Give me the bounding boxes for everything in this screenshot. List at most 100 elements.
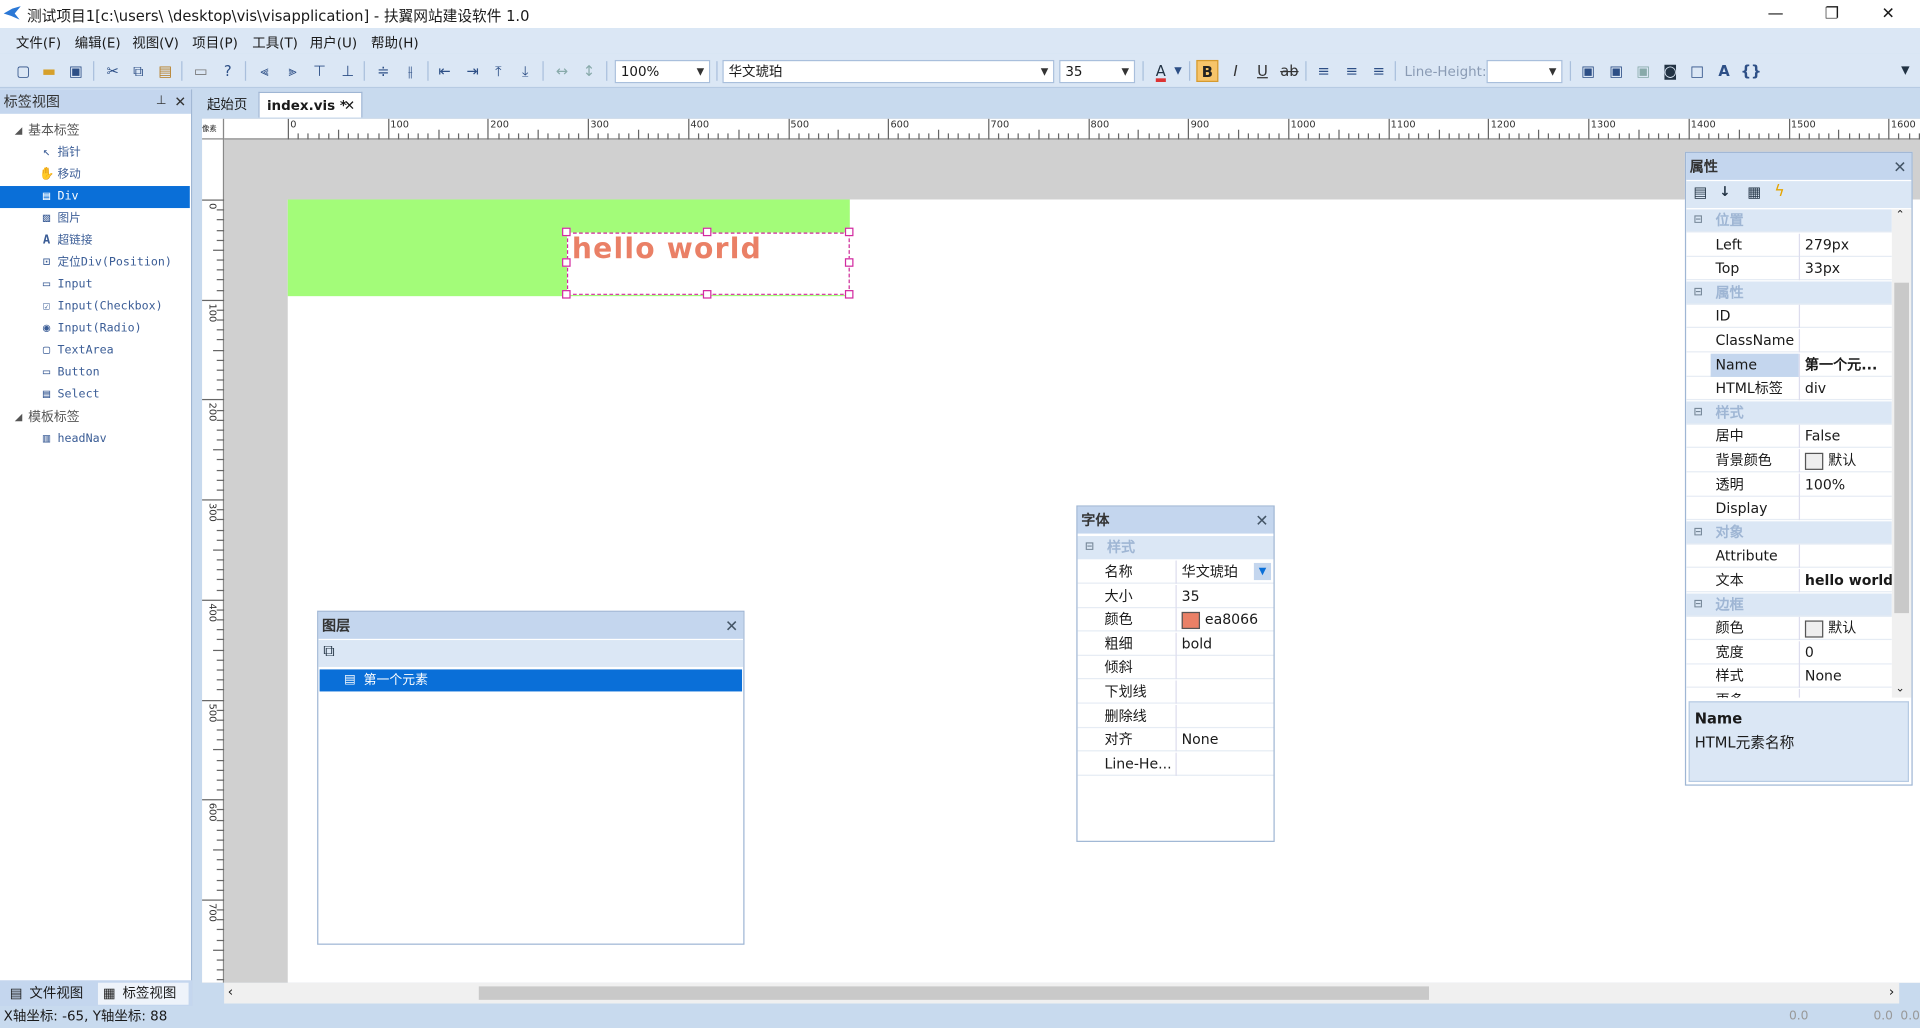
zoom-select[interactable]: 100% ▼ bbox=[614, 59, 711, 84]
tag-textarea[interactable]: ▢ TextArea bbox=[0, 340, 190, 362]
tag-image[interactable]: ▨ 图片 bbox=[0, 208, 190, 230]
center-vertical-icon[interactable]: ≑ bbox=[372, 60, 394, 82]
close-icon[interactable]: ✕ bbox=[1255, 509, 1268, 536]
underline-button[interactable]: U bbox=[1251, 60, 1273, 82]
pin-icon[interactable]: ⊥ bbox=[156, 89, 167, 113]
save-icon[interactable]: ▣ bbox=[65, 60, 87, 82]
resize-handle[interactable] bbox=[702, 227, 712, 237]
property-row[interactable]: ID bbox=[1686, 305, 1892, 329]
property-row[interactable]: 宽度 0 bbox=[1686, 641, 1892, 665]
tag-div[interactable]: ▤ Div bbox=[0, 186, 190, 209]
center-horizontal-icon[interactable]: ⫲ bbox=[399, 60, 421, 82]
tag-checkbox[interactable]: ☑ Input(Checkbox) bbox=[0, 296, 190, 318]
resize-handle[interactable] bbox=[844, 227, 854, 237]
tag-input[interactable]: ▭ Input bbox=[0, 274, 190, 296]
close-icon[interactable]: ✕ bbox=[1893, 155, 1906, 182]
menu-help[interactable]: 帮助(H) bbox=[371, 33, 419, 53]
outer-box-icon[interactable]: ▣ bbox=[1577, 60, 1599, 82]
group-template-tags[interactable]: ◢ 模板标签 bbox=[0, 406, 190, 428]
tab-tag-view[interactable]: ▦ 标签视图 bbox=[97, 982, 189, 1005]
print-icon[interactable]: ▭ bbox=[190, 60, 212, 82]
color-swatch[interactable] bbox=[1804, 452, 1824, 470]
tag-move[interactable]: ✋ 移动 bbox=[0, 164, 190, 186]
font-prop-row[interactable]: 下划线 bbox=[1077, 680, 1274, 704]
collapse-icon[interactable]: ⊟ bbox=[1693, 401, 1702, 424]
font-color-icon[interactable]: A bbox=[1150, 60, 1172, 82]
move-right-icon[interactable]: ⇥ bbox=[462, 60, 484, 82]
resize-handle[interactable] bbox=[562, 258, 571, 267]
bold-button[interactable]: B bbox=[1196, 59, 1219, 82]
copy-icon[interactable]: ⧉ bbox=[127, 60, 149, 82]
resize-handle[interactable] bbox=[844, 258, 854, 267]
property-category[interactable]: ⊟ 属性 bbox=[1686, 281, 1892, 305]
font-prop-row[interactable]: 名称 华文琥珀 ▼ bbox=[1077, 560, 1274, 584]
property-row[interactable]: Attribute bbox=[1686, 545, 1892, 569]
property-row[interactable]: ClassName bbox=[1686, 329, 1892, 353]
tag-pointer[interactable]: ↖ 指针 bbox=[0, 142, 190, 164]
scroll-down-icon[interactable]: ⌄ bbox=[1896, 683, 1905, 695]
property-value[interactable]: 100% bbox=[1798, 473, 1892, 497]
scroll-thumb[interactable] bbox=[1894, 282, 1909, 614]
font-category[interactable]: ⊟ 样式 bbox=[1077, 536, 1274, 560]
tab-start-page[interactable]: 起始页 bbox=[200, 92, 255, 118]
sort-az-icon[interactable]: ↓ bbox=[1719, 184, 1730, 200]
help-icon[interactable]: ? bbox=[217, 60, 239, 82]
font-size-select[interactable]: 35 ▼ bbox=[1059, 59, 1136, 84]
align-right-icon[interactable]: ⫸ bbox=[282, 60, 304, 82]
horizontal-scrollbar[interactable]: ‹ › bbox=[224, 982, 1900, 1004]
scroll-up-icon[interactable]: ⌃ bbox=[1896, 209, 1905, 221]
events-icon[interactable]: ϟ bbox=[1774, 182, 1785, 200]
font-prop-value[interactable]: ea8066 bbox=[1175, 608, 1274, 632]
property-row[interactable]: Display bbox=[1686, 497, 1892, 521]
close-window-button[interactable]: ✕ bbox=[1870, 2, 1907, 25]
font-prop-value[interactable] bbox=[1175, 752, 1274, 776]
font-prop-value[interactable]: None bbox=[1175, 728, 1274, 752]
collapse-icon[interactable]: ⊟ bbox=[1693, 593, 1702, 616]
property-row[interactable]: 更多 bbox=[1686, 688, 1892, 698]
font-prop-row[interactable]: 倾斜 bbox=[1077, 656, 1274, 680]
font-prop-row[interactable]: 粗细 bold bbox=[1077, 632, 1274, 656]
code-icon[interactable]: {} bbox=[1740, 60, 1762, 82]
paste-icon[interactable]: ▤ bbox=[154, 60, 176, 82]
tag-button[interactable]: ▭ Button bbox=[0, 362, 190, 384]
font-prop-value[interactable] bbox=[1175, 680, 1274, 704]
tag-radio[interactable]: ◉ Input(Radio) bbox=[0, 318, 190, 340]
font-name-dropdown-icon[interactable]: ▼ bbox=[1253, 562, 1272, 581]
same-height-icon[interactable]: ↕ bbox=[578, 60, 600, 82]
resize-handle[interactable] bbox=[844, 290, 854, 299]
property-value[interactable]: None bbox=[1798, 665, 1892, 689]
menu-file[interactable]: 文件(F) bbox=[16, 33, 61, 53]
color-swatch[interactable] bbox=[1181, 611, 1201, 629]
property-scrollbar[interactable]: ⌃ ⌄ bbox=[1891, 209, 1912, 698]
same-width-icon[interactable]: ↔ bbox=[551, 60, 573, 82]
property-value[interactable]: 33px bbox=[1798, 257, 1892, 281]
move-down-icon[interactable]: ⤓ bbox=[514, 60, 536, 82]
align-left-icon[interactable]: ⫷ bbox=[253, 60, 275, 82]
property-value[interactable] bbox=[1798, 497, 1892, 521]
tab-index-vis[interactable]: index.vis * ✕ bbox=[258, 91, 363, 118]
scroll-right-icon[interactable]: › bbox=[1889, 984, 1894, 1000]
categorized-icon[interactable]: ▤ bbox=[1693, 184, 1707, 201]
resize-handle[interactable] bbox=[562, 290, 571, 299]
property-category[interactable]: ⊟ 位置 bbox=[1686, 209, 1892, 233]
property-category[interactable]: ⊟ 样式 bbox=[1686, 401, 1892, 425]
font-prop-row[interactable]: 删除线 bbox=[1077, 704, 1274, 728]
property-value[interactable]: hello world bbox=[1798, 569, 1892, 593]
property-value[interactable] bbox=[1798, 545, 1892, 569]
property-row[interactable]: 样式 None bbox=[1686, 665, 1892, 689]
inner-box-icon[interactable]: ▣ bbox=[1605, 60, 1627, 82]
move-left-icon[interactable]: ⇤ bbox=[433, 60, 455, 82]
font-prop-value[interactable]: bold bbox=[1175, 632, 1274, 656]
close-icon[interactable]: ✕ bbox=[725, 614, 738, 641]
tab-file-view[interactable]: ▤ 文件视图 bbox=[5, 983, 96, 1005]
scroll-left-icon[interactable]: ‹ bbox=[228, 984, 233, 1000]
collapse-icon[interactable]: ⊟ bbox=[1693, 209, 1702, 232]
close-icon[interactable]: ✕ bbox=[174, 89, 186, 113]
text-align-left-icon[interactable]: ≡ bbox=[1313, 60, 1335, 82]
new-file-icon[interactable]: ▢ bbox=[12, 60, 34, 82]
font-style-icon[interactable]: A bbox=[1713, 60, 1735, 82]
scroll-thumb[interactable] bbox=[478, 986, 1429, 1000]
background-icon[interactable]: ◙ bbox=[1659, 60, 1681, 82]
font-prop-value[interactable] bbox=[1175, 656, 1274, 680]
font-prop-row[interactable]: 颜色 ea8066 bbox=[1077, 608, 1274, 632]
